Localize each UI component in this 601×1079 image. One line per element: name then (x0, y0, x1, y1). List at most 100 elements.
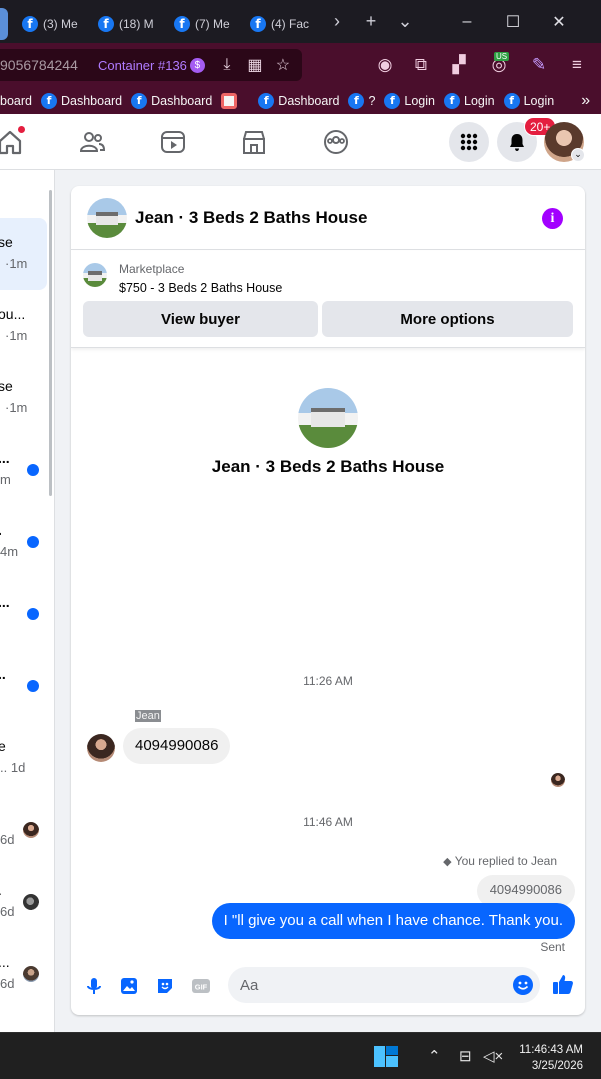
scroll-tabs-right-icon[interactable]: › (320, 11, 354, 32)
extensions-icon[interactable]: ⧉ (402, 55, 440, 75)
clock-date: 3/25/2026 (531, 1060, 583, 1072)
browser-tab[interactable]: f (18) M (92, 8, 162, 40)
conversation-item[interactable]: se ·1m (0, 218, 47, 290)
conversation-title: . (0, 882, 2, 898)
microphone-icon[interactable] (84, 976, 104, 996)
download-icon[interactable]: ⤓ (213, 56, 241, 74)
start-menu-icon[interactable] (374, 1046, 398, 1067)
conversation-title: . (0, 522, 2, 538)
bookmark-star-icon[interactable]: ☆ (269, 55, 297, 75)
photo-icon[interactable] (119, 976, 139, 996)
info-icon[interactable]: i (542, 208, 563, 229)
bookmark-item[interactable]: f? (348, 92, 375, 109)
groups-icon[interactable] (322, 128, 350, 156)
reply-arrow-icon: ◆ (443, 856, 455, 868)
browser-tab[interactable]: f (3) Me (16, 8, 86, 40)
view-buyer-button[interactable]: View buyer (83, 301, 318, 337)
friends-icon[interactable] (78, 128, 106, 156)
seen-avatar (23, 966, 39, 982)
conversation-item[interactable]: . 4m (0, 506, 47, 578)
bookmark-item[interactable]: board (0, 94, 32, 108)
browser-tab[interactable]: f (4) Fac (244, 8, 314, 40)
message-input[interactable] (228, 967, 540, 1003)
chat-panel: Jean · 3 Beds 2 Baths House i Marketplac… (71, 186, 585, 1015)
conversation-time: 6d (0, 904, 15, 919)
menu-icon[interactable]: ≡ (558, 55, 596, 75)
listing-thumbnail (83, 263, 107, 287)
site-favicon-icon (221, 92, 238, 109)
emoji-icon[interactable] (513, 975, 533, 995)
conversation-item[interactable]: .. (0, 650, 47, 722)
container-label[interactable]: Container #136 (98, 58, 187, 73)
message-status: Sent (540, 940, 565, 954)
bookmark-label: Dashboard (278, 93, 340, 108)
browser-tab-active[interactable]: f (7) Me (168, 8, 238, 40)
marketplace-icon[interactable] (240, 128, 268, 156)
chevron-down-icon[interactable]: ⌄ (571, 148, 585, 162)
facebook-icon: f (40, 92, 57, 109)
bookmark-label: Dashboard (151, 93, 213, 108)
container-dollar-icon: $ (189, 57, 205, 73)
conversation-title: ou... (0, 306, 26, 322)
account-icon[interactable]: ◉ (366, 55, 404, 75)
reply-note: ◆ You replied to Jean (443, 854, 557, 868)
conversation-item[interactable]: . 6d (0, 866, 47, 938)
more-bookmarks-icon[interactable]: » (581, 92, 590, 110)
bookmark-item[interactable]: f Login (444, 92, 495, 109)
conversation-time: m (0, 472, 11, 487)
maximize-icon[interactable]: ☐ (490, 12, 536, 32)
conversation-item[interactable]: ou... ·1m (0, 290, 47, 362)
conversation-title: ... (0, 450, 10, 466)
conversation-item[interactable]: ... (0, 578, 47, 650)
tab-label: (3) Me (43, 16, 78, 31)
message-timestamp: 11:46 AM (303, 815, 353, 829)
more-options-button[interactable]: More options (322, 301, 573, 337)
conversation-item[interactable]: ... m (0, 434, 47, 506)
scrollbar[interactable] (49, 190, 52, 496)
video-icon[interactable] (159, 128, 187, 156)
system-clock[interactable]: 11:46:43 AM 3/25/2026 (519, 1042, 583, 1074)
feather-icon[interactable]: ✎ (520, 55, 558, 75)
bookmark-item[interactable]: f Login (503, 92, 554, 109)
close-window-icon[interactable]: ✕ (536, 12, 582, 32)
minimize-icon[interactable]: – (444, 13, 490, 31)
tray-chevron-up-icon[interactable]: ⌃ (428, 1047, 441, 1065)
seen-avatar (23, 822, 39, 838)
gif-label: GIF (195, 983, 208, 992)
tab-list-chevron-icon[interactable]: ⌄ (388, 11, 422, 32)
url-field[interactable]: 9056784244 Container #136 $ ⤓ ▦ ☆ (0, 49, 302, 81)
conversation-time: 4m (0, 544, 19, 559)
apps-icon[interactable]: ▞ (440, 55, 478, 75)
network-icon[interactable]: ⊟ (459, 1047, 472, 1065)
chat-title[interactable]: Jean · 3 Beds 2 Baths House (135, 208, 367, 228)
bookmark-item[interactable]: f Dashboard (258, 92, 340, 109)
incoming-message[interactable]: 4094990086 (123, 728, 231, 764)
listing-summary[interactable]: $750 - 3 Beds 2 Baths House (119, 281, 282, 295)
pinned-tab[interactable] (0, 7, 8, 40)
like-thumbs-up-icon[interactable] (552, 973, 574, 995)
bell-icon (510, 134, 524, 151)
conversation-item[interactable]: se ·1m (0, 362, 47, 434)
volume-muted-icon[interactable]: ◁× (483, 1047, 503, 1065)
unread-dot (27, 536, 39, 548)
bookmark-item[interactable]: f Login (384, 92, 435, 109)
conversation-time: ·1m (5, 256, 28, 271)
menu-grid-button[interactable] (449, 122, 489, 162)
conversation-item[interactable]: e .. 1d (0, 722, 47, 794)
sender-avatar[interactable] (87, 734, 115, 762)
conversation-item[interactable]: 6d (0, 794, 47, 866)
bookmark-item[interactable] (221, 92, 249, 109)
bookmark-item[interactable]: f Dashboard (131, 92, 213, 109)
vpn-country-badge: US (494, 52, 510, 61)
reply-note-text: You replied to Jean (454, 854, 557, 868)
outgoing-message[interactable]: I "ll give you a call when I have chance… (211, 903, 575, 939)
qr-code-icon[interactable]: ▦ (241, 55, 269, 75)
marketplace-label: Marketplace (119, 262, 185, 276)
bookmark-item[interactable]: f Dashboard (40, 92, 122, 109)
bookmarks-bar: board f Dashboard f Dashboard f Dashboard f… (0, 87, 601, 114)
listing-avatar[interactable] (87, 198, 127, 238)
new-tab-icon[interactable]: + (354, 11, 388, 32)
gif-icon[interactable]: GIF (191, 976, 211, 996)
conversation-item[interactable]: ... 6d (0, 938, 47, 1010)
sticker-icon[interactable] (155, 976, 175, 996)
